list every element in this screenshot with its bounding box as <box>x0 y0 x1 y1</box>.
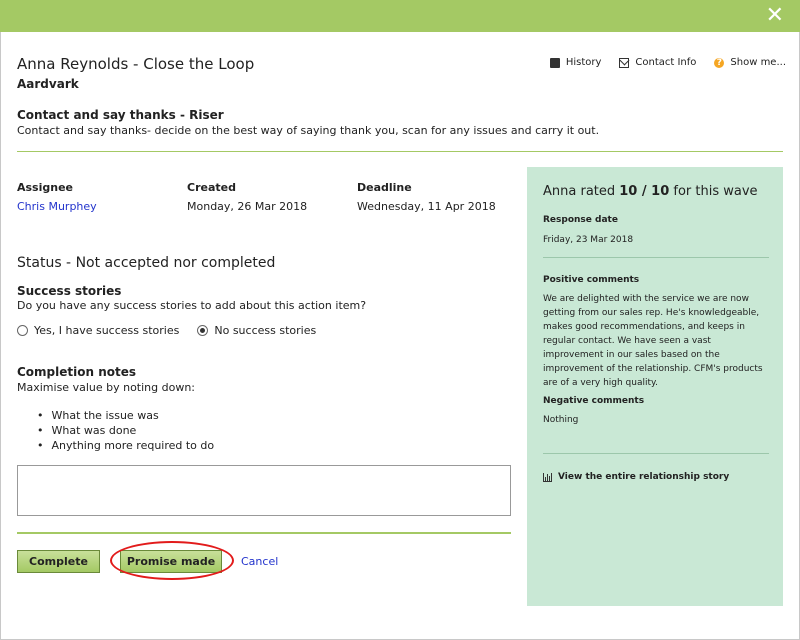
created-value: Monday, 26 Mar 2018 <box>187 200 308 213</box>
divider <box>543 453 769 454</box>
completion-notes-textarea[interactable] <box>17 465 511 516</box>
radio-label-no: No success stories <box>214 324 317 337</box>
list-item: What the issue was <box>37 408 214 423</box>
deadline-label: Deadline <box>357 181 412 194</box>
mail-icon <box>619 57 630 68</box>
radio-button-yes[interactable] <box>17 325 28 336</box>
divider <box>543 257 769 258</box>
assignee-label: Assignee <box>17 181 74 194</box>
list-item: Anything more required to do <box>37 438 215 453</box>
radio-yes-success-stories[interactable]: Yes, I have success stories <box>17 324 179 337</box>
radio-label-yes: Yes, I have success stories <box>34 324 180 337</box>
contact-info-link[interactable]: Contact Info <box>619 57 696 68</box>
radio-no-success-stories[interactable]: No success stories <box>197 324 316 337</box>
divider <box>17 151 783 152</box>
success-stories-title: Success stories <box>17 284 122 298</box>
negative-comments-value: Nothing <box>543 415 579 425</box>
history-link[interactable]: History <box>549 57 602 68</box>
header-links: History Contact Info ? Show me... <box>549 57 786 68</box>
assignee-link[interactable]: Chris Murphey <box>17 200 97 213</box>
help-icon: ? <box>714 57 725 68</box>
divider <box>17 532 511 534</box>
window-header-bar: ✕ <box>0 0 800 32</box>
negative-comments-label: Negative comments <box>543 396 645 406</box>
book-icon <box>549 57 560 68</box>
response-panel: Anna rated 10 / 10 for this wave Respons… <box>527 167 783 606</box>
success-stories-question: Do you have any success stories to add a… <box>17 299 367 312</box>
close-icon[interactable]: ✕ <box>766 4 784 28</box>
bar-chart-icon <box>543 472 552 482</box>
completion-notes-title: Completion notes <box>17 365 137 379</box>
response-date-label: Response date <box>543 215 618 225</box>
created-label: Created <box>187 181 236 194</box>
action-description: Contact and say thanks- decide on the be… <box>17 124 600 137</box>
history-label: History <box>565 57 602 68</box>
company-name: Aardvark <box>17 77 79 91</box>
rating-suffix: for this wave <box>669 184 758 199</box>
cancel-link[interactable]: Cancel <box>241 555 278 568</box>
promise-made-button[interactable]: Promise made <box>120 550 222 573</box>
show-me-label: Show me... <box>730 57 786 68</box>
positive-comments-label: Positive comments <box>543 275 640 285</box>
complete-button[interactable]: Complete <box>17 550 100 573</box>
deadline-value: Wednesday, 11 Apr 2018 <box>357 200 496 213</box>
action-title: Contact and say thanks - Riser <box>17 108 224 122</box>
rating-prefix: Anna rated <box>543 184 620 199</box>
completion-notes-description: Maximise value by noting down: <box>17 381 196 394</box>
relationship-story-label: View the entire relationship story <box>558 472 730 482</box>
contact-info-label: Contact Info <box>635 57 697 68</box>
radio-button-no[interactable] <box>197 325 209 336</box>
relationship-story-link[interactable]: View the entire relationship story <box>543 472 729 482</box>
page-title: Anna Reynolds - Close the Loop <box>17 55 255 73</box>
success-stories-options: Yes, I have success stories No success s… <box>17 324 316 337</box>
positive-comments-value: We are delighted with the service we are… <box>543 294 763 388</box>
list-item: What was done <box>37 423 214 438</box>
rating-score: 10 / 10 <box>619 184 670 199</box>
completion-notes-list: What the issue was What was done Anythin… <box>37 408 215 453</box>
response-date-value: Friday, 23 Mar 2018 <box>543 235 634 245</box>
rating-heading: Anna rated 10 / 10 for this wave <box>543 184 758 199</box>
show-me-link[interactable]: ? Show me... <box>714 57 786 68</box>
status-text: Status - Not accepted nor completed <box>17 255 276 271</box>
